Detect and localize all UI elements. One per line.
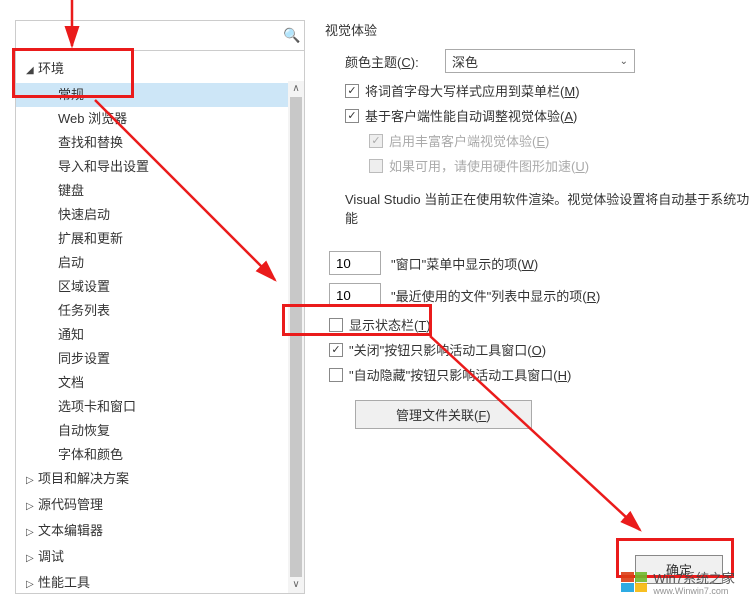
tree-label: 性能工具 (38, 575, 90, 590)
expander-icon: ▷ (26, 497, 38, 517)
tree-label: 快速启动 (58, 207, 110, 222)
tree-label: 调试 (38, 549, 64, 564)
tree-node-intl[interactable]: 区域设置 (16, 275, 304, 299)
tree-label: 通知 (58, 327, 84, 342)
expander-icon: ▷ (26, 471, 38, 491)
recent-items-label: "最近使用的文件"列表中显示的项(R) (391, 286, 600, 305)
tree-label: 常规 (58, 87, 84, 102)
checkbox-label: 启用丰富客户端视觉体验(E) (389, 131, 549, 150)
tree-label: 键盘 (58, 183, 84, 198)
tree-label: 导入和导出设置 (58, 159, 149, 174)
window-items-label: "窗口"菜单中显示的项(W) (391, 254, 538, 273)
tree-node-findreplace[interactable]: 查找和替换 (16, 131, 304, 155)
tree-node-perftools[interactable]: ▷性能工具 (16, 571, 304, 593)
scroll-down-icon[interactable]: ∨ (288, 577, 304, 593)
checkbox-icon[interactable] (329, 368, 343, 382)
options-tree[interactable]: ◢环境 常规 Web 浏览器 查找和替换 导入和导出设置 键盘 快速启动 扩展和… (16, 51, 304, 593)
color-theme-select[interactable]: 深色 ⌄ (445, 49, 635, 73)
tree-node-tabswindows[interactable]: 选项卡和窗口 (16, 395, 304, 419)
tree-node-sourcecontrol[interactable]: ▷源代码管理 (16, 493, 304, 519)
tree-node-debugging[interactable]: ▷调试 (16, 545, 304, 571)
tree-label: 选项卡和窗口 (58, 399, 136, 414)
options-tree-panel: 🔍 ◢环境 常规 Web 浏览器 查找和替换 导入和导出设置 键盘 快速启动 扩… (15, 20, 305, 594)
hwaccel-checkbox-row: 如果可用，请使用硬件图形加速(U) (325, 156, 753, 175)
tree-label: 扩展和更新 (58, 231, 123, 246)
tree-label: Web 浏览器 (58, 111, 127, 126)
statusbar-checkbox-row[interactable]: 显示状态栏(T) (325, 315, 753, 334)
tree-label: 字体和颜色 (58, 447, 123, 462)
tree-label: 区域设置 (58, 279, 110, 294)
tree-node-projects[interactable]: ▷项目和解决方案 (16, 467, 304, 493)
search-box: 🔍 (16, 21, 304, 51)
tree-label: 启动 (58, 255, 84, 270)
tree-label: 项目和解决方案 (38, 471, 129, 486)
checkbox-label: "关闭"按钮只影响活动工具窗口(O) (349, 340, 546, 359)
checkbox-icon (369, 134, 383, 148)
expander-icon: ▷ (26, 523, 38, 543)
color-theme-row: 颜色主题(C): 深色 ⌄ (325, 49, 753, 73)
tree-label: 源代码管理 (38, 497, 103, 512)
tree-label: 查找和替换 (58, 135, 123, 150)
tree-node-autorecover[interactable]: 自动恢复 (16, 419, 304, 443)
tree-node-tasklist[interactable]: 任务列表 (16, 299, 304, 323)
close-checkbox-row[interactable]: "关闭"按钮只影响活动工具窗口(O) (325, 340, 753, 359)
recent-items-input[interactable] (329, 283, 381, 307)
tree-node-notifications[interactable]: 通知 (16, 323, 304, 347)
window-items-input[interactable] (329, 251, 381, 275)
tree-node-keyboard[interactable]: 键盘 (16, 179, 304, 203)
ok-button[interactable]: 确定 (635, 555, 723, 584)
tree-scrollbar[interactable]: ∧ ∨ (288, 81, 304, 593)
tree-node-extensions[interactable]: 扩展和更新 (16, 227, 304, 251)
manage-file-assoc-button[interactable]: 管理文件关联(F) (355, 400, 532, 429)
tree-label: 任务列表 (58, 303, 110, 318)
settings-panel: 视觉体验 颜色主题(C): 深色 ⌄ 将词首字母大写样式应用到菜单栏(M) 基于… (305, 0, 753, 614)
tree-label: 环境 (38, 61, 64, 76)
section-visual-experience: 视觉体验 (325, 20, 753, 39)
tree-label: 同步设置 (58, 351, 110, 366)
chevron-down-icon: ⌄ (620, 56, 628, 67)
tree-node-quicklaunch[interactable]: 快速启动 (16, 203, 304, 227)
tree-label: 文本编辑器 (38, 523, 103, 538)
checkbox-label: 基于客户端性能自动调整视觉体验(A) (365, 106, 577, 125)
search-input[interactable] (16, 24, 280, 47)
checkbox-label: 如果可用，请使用硬件图形加速(U) (389, 156, 589, 175)
scroll-up-icon[interactable]: ∧ (288, 81, 304, 97)
checkbox-icon (369, 159, 383, 173)
tree-node-sync[interactable]: 同步设置 (16, 347, 304, 371)
recent-items-row: "最近使用的文件"列表中显示的项(R) (325, 283, 753, 307)
tree-label: 文档 (58, 375, 84, 390)
autoadjust-checkbox-row[interactable]: 基于客户端性能自动调整视觉体验(A) (325, 106, 753, 125)
tree-node-fontscolors[interactable]: 字体和颜色 (16, 443, 304, 467)
checkbox-label: "自动隐藏"按钮只影响活动工具窗口(H) (349, 365, 571, 384)
rendering-info-text: Visual Studio 当前正在使用软件渲染。视觉体验设置将自动基于系统功能 (325, 189, 753, 227)
checkbox-icon[interactable] (329, 343, 343, 357)
select-value: 深色 (452, 52, 478, 71)
tree-node-importexport[interactable]: 导入和导出设置 (16, 155, 304, 179)
search-icon[interactable]: 🔍 (280, 27, 304, 44)
richclient-checkbox-row: 启用丰富客户端视觉体验(E) (325, 131, 753, 150)
color-theme-label: 颜色主题(C): (345, 52, 445, 71)
expander-icon: ▷ (26, 549, 38, 569)
window-items-row: "窗口"菜单中显示的项(W) (325, 251, 753, 275)
expander-icon: ◢ (26, 61, 38, 81)
tree-node-environment[interactable]: ◢环境 (16, 57, 304, 83)
checkbox-icon[interactable] (345, 109, 359, 123)
tree-node-startup[interactable]: 启动 (16, 251, 304, 275)
tree-node-general[interactable]: 常规 (16, 83, 304, 107)
autohide-checkbox-row[interactable]: "自动隐藏"按钮只影响活动工具窗口(H) (325, 365, 753, 384)
checkbox-label: 显示状态栏(T) (349, 315, 431, 334)
expander-icon: ▷ (26, 575, 38, 593)
checkbox-icon[interactable] (345, 84, 359, 98)
tree-label: 自动恢复 (58, 423, 110, 438)
tree-node-texteditor[interactable]: ▷文本编辑器 (16, 519, 304, 545)
scroll-thumb[interactable] (290, 97, 302, 577)
checkbox-label: 将词首字母大写样式应用到菜单栏(M) (365, 81, 580, 100)
checkbox-icon[interactable] (329, 318, 343, 332)
tree-node-documents[interactable]: 文档 (16, 371, 304, 395)
tree-node-webbrowser[interactable]: Web 浏览器 (16, 107, 304, 131)
titlecase-checkbox-row[interactable]: 将词首字母大写样式应用到菜单栏(M) (325, 81, 753, 100)
